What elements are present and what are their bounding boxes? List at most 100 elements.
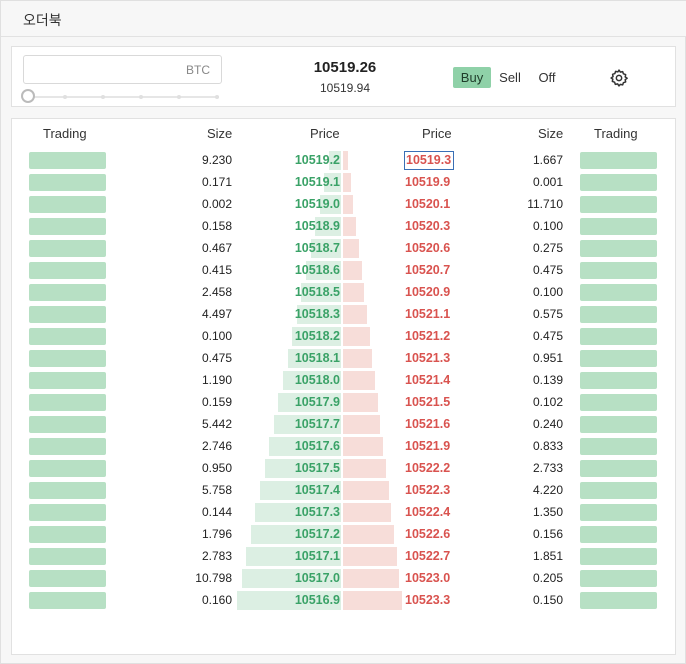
ask-price[interactable]: 10520.1 xyxy=(405,197,455,211)
bid-price[interactable]: 10519.1 xyxy=(262,175,340,189)
bid-price[interactable]: 10517.9 xyxy=(262,395,340,409)
bid-price[interactable]: 10518.7 xyxy=(262,241,340,255)
bid-price[interactable]: 10519.0 xyxy=(262,197,340,211)
bid-price[interactable]: 10517.6 xyxy=(262,439,340,453)
ask-price[interactable]: 10521.5 xyxy=(405,395,455,409)
mode-sell-button[interactable]: Sell xyxy=(495,67,525,88)
trade-bid-button[interactable] xyxy=(29,460,106,477)
slider-knob[interactable] xyxy=(21,89,35,103)
trade-ask-button[interactable] xyxy=(580,350,657,367)
ask-price[interactable]: 10522.4 xyxy=(405,505,455,519)
ask-price[interactable]: 10521.1 xyxy=(405,307,455,321)
bid-price[interactable]: 10517.2 xyxy=(262,527,340,541)
ask-price[interactable]: 10521.2 xyxy=(405,329,455,343)
ask-price[interactable]: 10522.3 xyxy=(405,483,455,497)
amount-input[interactable]: BTC xyxy=(23,55,222,84)
mode-buy-button[interactable]: Buy xyxy=(453,67,491,88)
trade-ask-button[interactable] xyxy=(580,460,657,477)
ask-price[interactable]: 10522.7 xyxy=(405,549,455,563)
trade-bid-button[interactable] xyxy=(29,394,106,411)
trade-bid-button[interactable] xyxy=(29,218,106,235)
amount-slider[interactable] xyxy=(25,95,219,99)
trade-bid-button[interactable] xyxy=(29,592,106,609)
trade-bid-button[interactable] xyxy=(29,438,106,455)
trade-ask-button[interactable] xyxy=(580,526,657,543)
trade-ask-button[interactable] xyxy=(580,372,657,389)
trade-bid-button[interactable] xyxy=(29,372,106,389)
trade-bid-button[interactable] xyxy=(29,328,106,345)
ask-price[interactable]: 10520.6 xyxy=(405,241,455,255)
trade-ask-button[interactable] xyxy=(580,196,657,213)
bid-price[interactable]: 10517.1 xyxy=(262,549,340,563)
bid-price[interactable]: 10518.9 xyxy=(262,219,340,233)
trade-bid-button[interactable] xyxy=(29,152,106,169)
bid-price[interactable]: 10518.2 xyxy=(262,329,340,343)
header-trading-right: Trading xyxy=(594,126,638,141)
trade-bid-button[interactable] xyxy=(29,526,106,543)
trade-ask-button[interactable] xyxy=(580,504,657,521)
ask-price[interactable]: 10520.9 xyxy=(405,285,455,299)
ask-price[interactable]: 10519.9 xyxy=(405,175,455,189)
bid-price[interactable]: 10516.9 xyxy=(262,593,340,607)
order-book-row: 4.497 10518.3 10521.1 0.575 xyxy=(12,304,677,326)
bid-price[interactable]: 10518.1 xyxy=(262,351,340,365)
trade-ask-button[interactable] xyxy=(580,262,657,279)
mode-off-button[interactable]: Off xyxy=(534,67,560,88)
ask-depth-bar xyxy=(343,525,394,544)
ask-depth-bar xyxy=(343,481,389,500)
trade-ask-button[interactable] xyxy=(580,218,657,235)
ask-price[interactable]: 10520.7 xyxy=(405,263,455,277)
trade-bid-button[interactable] xyxy=(29,284,106,301)
ask-price[interactable]: 10523.3 xyxy=(405,593,455,607)
order-book-row: 0.158 10518.9 10520.3 0.100 xyxy=(12,216,677,238)
bid-price[interactable]: 10517.5 xyxy=(262,461,340,475)
trade-ask-button[interactable] xyxy=(580,482,657,499)
trade-ask-button[interactable] xyxy=(580,328,657,345)
ask-price[interactable]: 10521.3 xyxy=(405,351,455,365)
trade-ask-button[interactable] xyxy=(580,394,657,411)
bid-price[interactable]: 10518.3 xyxy=(262,307,340,321)
ask-size: 0.951 xyxy=(532,351,563,365)
bid-size: 10.798 xyxy=(195,571,232,585)
trade-bid-button[interactable] xyxy=(29,350,106,367)
trade-bid-button[interactable] xyxy=(29,240,106,257)
trade-ask-button[interactable] xyxy=(580,570,657,587)
bid-price[interactable]: 10517.7 xyxy=(262,417,340,431)
trade-bid-button[interactable] xyxy=(29,306,106,323)
bid-price[interactable]: 10518.6 xyxy=(262,263,340,277)
bid-price[interactable]: 10517.0 xyxy=(262,571,340,585)
trade-ask-button[interactable] xyxy=(580,592,657,609)
bid-price[interactable]: 10518.0 xyxy=(262,373,340,387)
bid-price[interactable]: 10519.2 xyxy=(262,153,340,167)
trade-ask-button[interactable] xyxy=(580,548,657,565)
bid-price[interactable]: 10518.5 xyxy=(262,285,340,299)
bid-price[interactable]: 10517.3 xyxy=(262,505,340,519)
trade-bid-button[interactable] xyxy=(29,504,106,521)
trade-ask-button[interactable] xyxy=(580,152,657,169)
ask-price[interactable]: 10521.6 xyxy=(405,417,455,431)
trade-ask-button[interactable] xyxy=(580,174,657,191)
ask-depth-bar xyxy=(343,503,391,522)
trade-bid-button[interactable] xyxy=(29,416,106,433)
trade-bid-button[interactable] xyxy=(29,196,106,213)
ask-price[interactable]: 10523.0 xyxy=(405,571,455,585)
window-title: 오더북 xyxy=(23,12,62,28)
trade-ask-button[interactable] xyxy=(580,438,657,455)
ask-price[interactable]: 10519.3 xyxy=(404,151,454,170)
ask-price[interactable]: 10521.4 xyxy=(405,373,455,387)
trade-ask-button[interactable] xyxy=(580,284,657,301)
trade-ask-button[interactable] xyxy=(580,416,657,433)
bid-price[interactable]: 10517.4 xyxy=(262,483,340,497)
ask-price[interactable]: 10521.9 xyxy=(405,439,455,453)
trade-bid-button[interactable] xyxy=(29,262,106,279)
trade-bid-button[interactable] xyxy=(29,482,106,499)
trade-bid-button[interactable] xyxy=(29,174,106,191)
trade-bid-button[interactable] xyxy=(29,548,106,565)
trade-ask-button[interactable] xyxy=(580,306,657,323)
trade-bid-button[interactable] xyxy=(29,570,106,587)
ask-price[interactable]: 10522.2 xyxy=(405,461,455,475)
trade-ask-button[interactable] xyxy=(580,240,657,257)
ask-price[interactable]: 10520.3 xyxy=(405,219,455,233)
gear-icon[interactable] xyxy=(609,68,629,88)
ask-price[interactable]: 10522.6 xyxy=(405,527,455,541)
